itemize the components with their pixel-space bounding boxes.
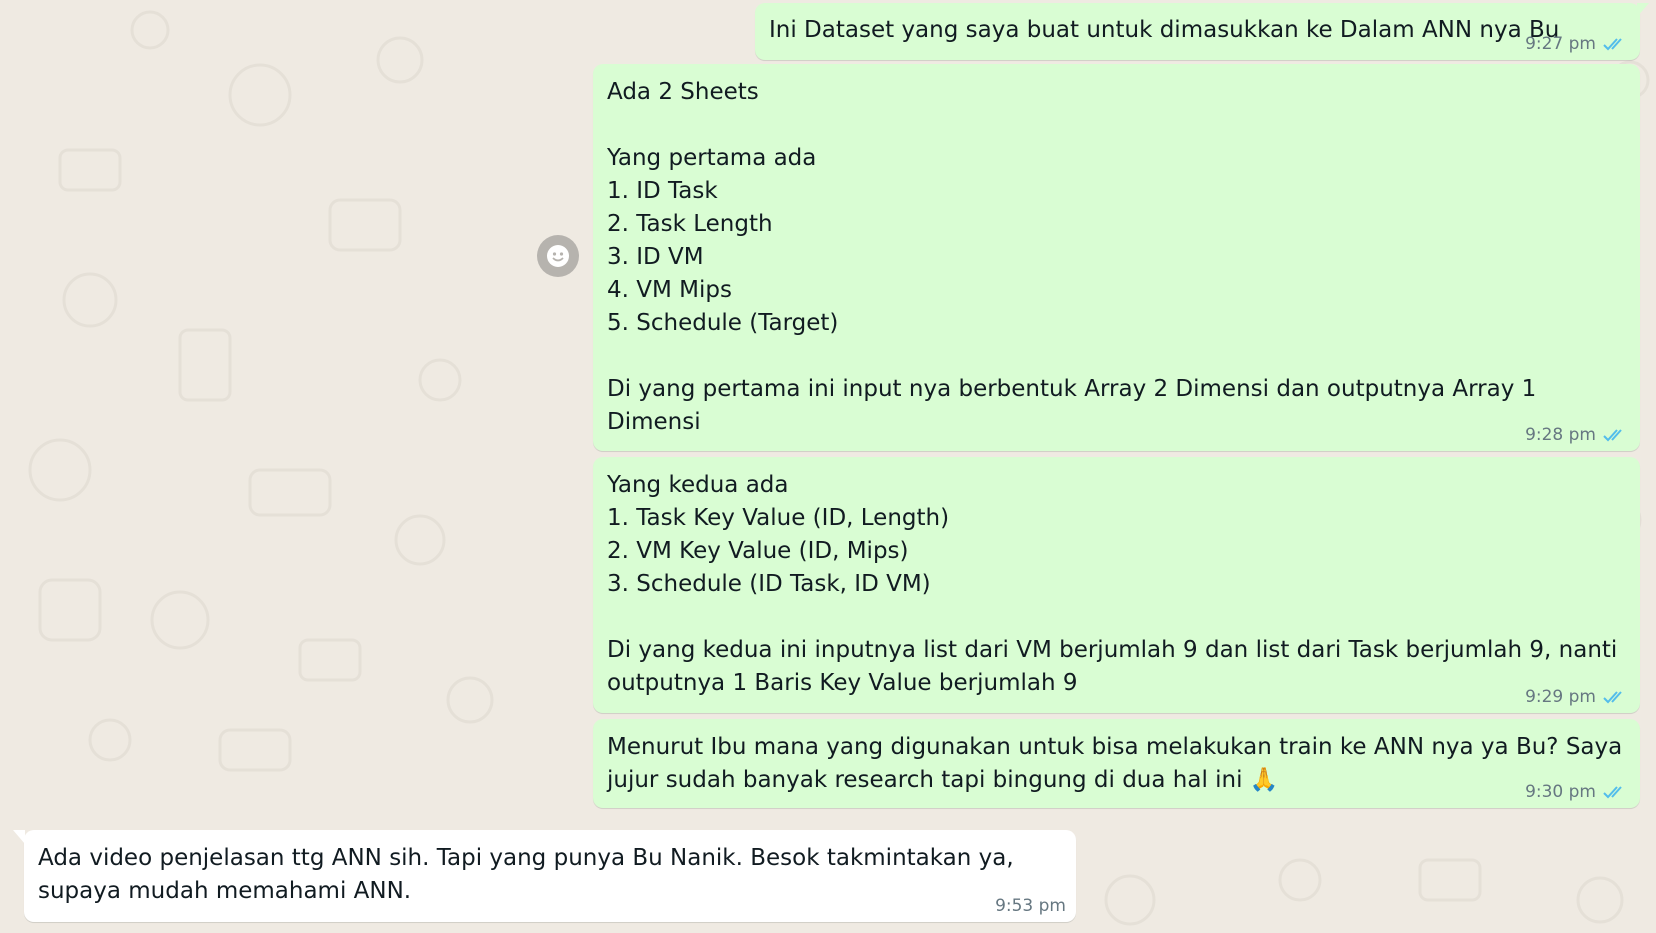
message-bubble-outgoing[interactable]: Yang kedua ada 1. Task Key Value (ID, Le…	[593, 457, 1640, 713]
message-bubble-incoming[interactable]: Ada video penjelasan ttg ANN sih. Tapi y…	[13, 830, 1076, 922]
bubble-tail-icon	[13, 830, 25, 844]
add-reaction-button[interactable]	[537, 235, 579, 277]
message-text: Yang kedua ada 1. Task Key Value (ID, Le…	[607, 472, 1618, 696]
message-meta: 9:30 pm	[1525, 782, 1630, 802]
message-text: Ini Dataset yang saya buat untuk dimasuk…	[769, 17, 1560, 43]
double-check-read-icon	[1603, 691, 1622, 704]
bubble-tail-icon	[1637, 3, 1649, 17]
double-check-read-icon	[1603, 786, 1622, 799]
message-text: Menurut Ibu mana yang digunakan untuk bi…	[607, 734, 1630, 793]
double-check-read-icon	[1603, 38, 1622, 51]
smiley-icon	[547, 245, 569, 267]
message-text: Ada video penjelasan ttg ANN sih. Tapi y…	[38, 845, 1021, 904]
message-time: 9:27 pm	[1525, 34, 1596, 54]
double-check-read-icon	[1603, 429, 1622, 442]
message-time: 9:53 pm	[995, 896, 1066, 916]
message-bubble-outgoing[interactable]: Ini Dataset yang saya buat untuk dimasuk…	[755, 3, 1649, 60]
chat-message-list: Ini Dataset yang saya buat untuk dimasuk…	[0, 0, 1656, 933]
message-meta: 9:28 pm	[1525, 425, 1630, 445]
message-time: 9:30 pm	[1525, 782, 1596, 802]
message-time: 9:28 pm	[1525, 425, 1596, 445]
message-time: 9:29 pm	[1525, 687, 1596, 707]
message-meta: 9:53 pm	[995, 896, 1066, 916]
message-bubble-outgoing[interactable]: Menurut Ibu mana yang digunakan untuk bi…	[593, 719, 1640, 808]
message-bubble-outgoing[interactable]: Ada 2 Sheets Yang pertama ada 1. ID Task…	[593, 64, 1640, 451]
message-meta: 9:27 pm	[1525, 34, 1630, 54]
message-meta: 9:29 pm	[1525, 687, 1630, 707]
message-text: Ada 2 Sheets Yang pertama ada 1. ID Task…	[607, 79, 1537, 435]
